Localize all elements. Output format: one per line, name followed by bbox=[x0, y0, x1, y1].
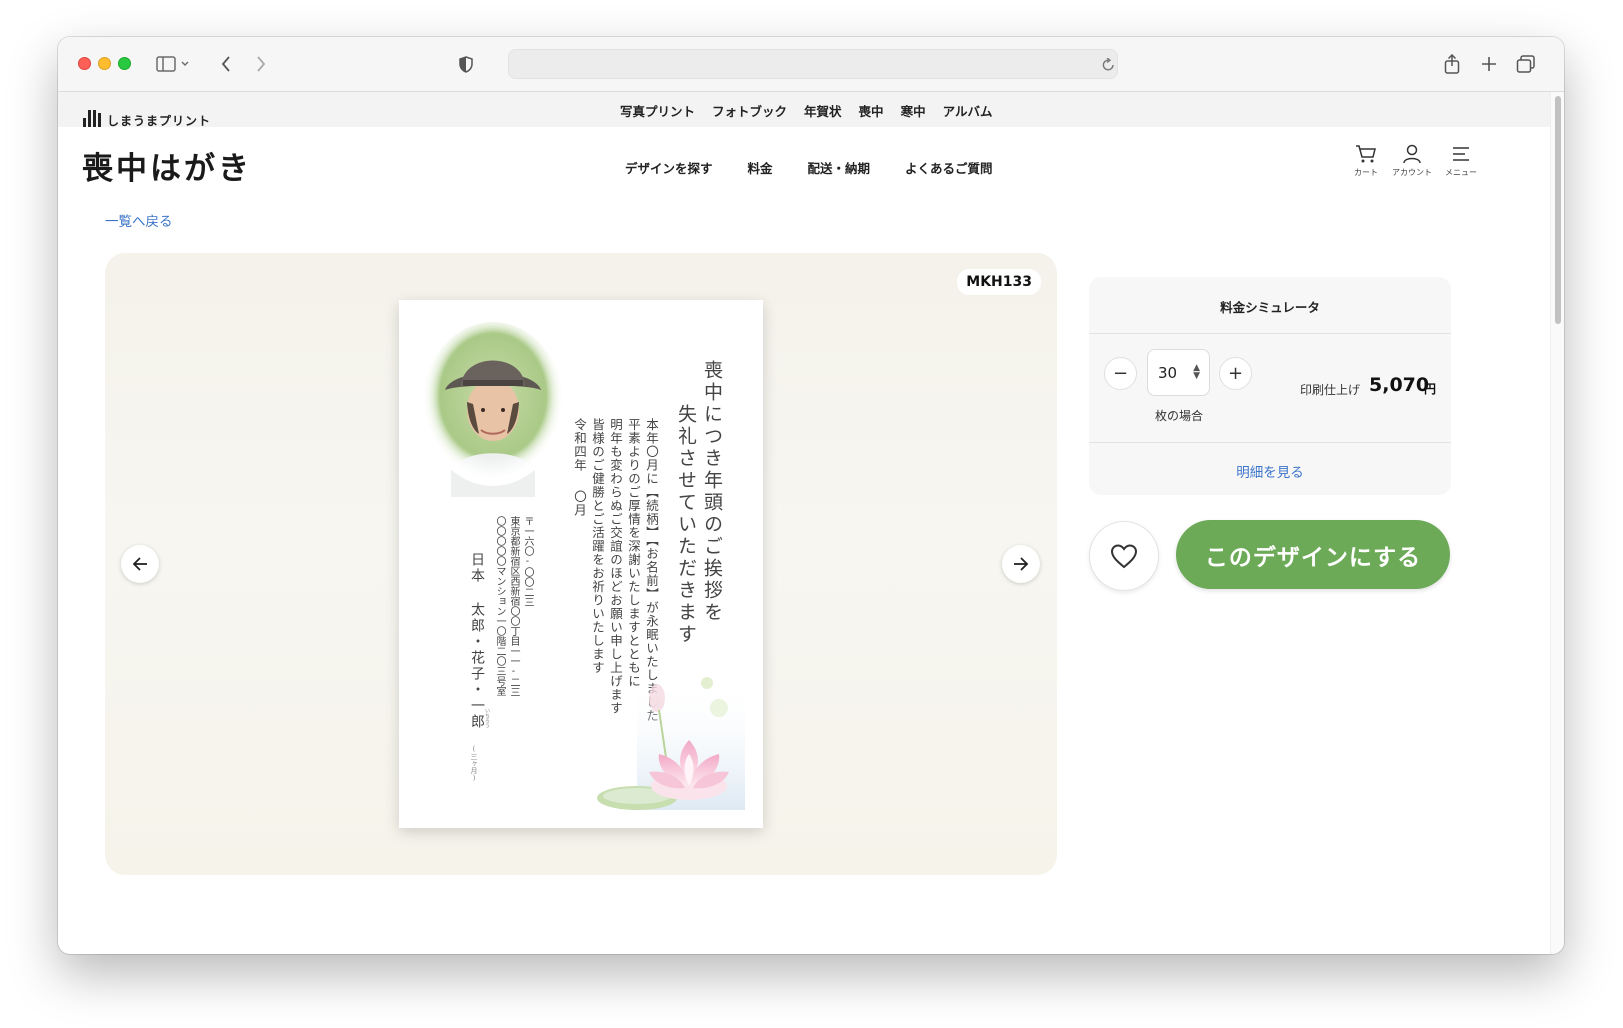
global-nav-album[interactable]: アルバム bbox=[943, 101, 993, 120]
close-window-button[interactable] bbox=[78, 57, 91, 70]
quantity-increment-button[interactable]: + bbox=[1219, 357, 1252, 390]
global-nav-winter-greeting[interactable]: 寒中 bbox=[901, 101, 926, 120]
account-button[interactable]: アカウント bbox=[1392, 144, 1432, 178]
menu-label: メニュー bbox=[1445, 168, 1477, 177]
choose-design-button[interactable]: このデザインにする bbox=[1176, 520, 1450, 589]
cart-button[interactable]: カート bbox=[1354, 144, 1378, 178]
brand-name: しまうまプリント bbox=[107, 113, 212, 128]
back-to-list-link[interactable]: 一覧へ戻る bbox=[105, 210, 173, 230]
account-label: アカウント bbox=[1392, 168, 1432, 177]
quantity-decrement-button[interactable]: − bbox=[1104, 357, 1137, 390]
service-nav: デザインを探す 料金 配送・納期 よくあるご質問 bbox=[625, 158, 993, 177]
spin-arrows-icon[interactable]: ▲ ▼ bbox=[1193, 364, 1200, 381]
quantity-unit-label: 枚の場合 bbox=[1155, 409, 1204, 423]
browser-toolbar bbox=[58, 37, 1564, 92]
price-detail-link[interactable]: 明細を見る bbox=[1089, 461, 1451, 481]
service-nav-pricing[interactable]: 料金 bbox=[748, 158, 773, 177]
design-preview-stage: MKH133 喪中につき年頭のご挨拶を 失礼させていただきます 本年〇月に【続柄… bbox=[105, 253, 1057, 875]
share-icon[interactable] bbox=[1441, 51, 1463, 77]
minimize-window-button[interactable] bbox=[98, 57, 111, 70]
global-nav-photo-print[interactable]: 写真プリント bbox=[620, 101, 695, 120]
arrow-right-icon bbox=[1014, 557, 1029, 571]
age-note: (三ヶ月) bbox=[470, 745, 478, 782]
greeting-line-1: 喪中につき年頭のご挨拶を bbox=[701, 360, 723, 624]
new-tab-icon[interactable] bbox=[1478, 51, 1500, 77]
simulator-title: 料金シミュレータ bbox=[1220, 300, 1320, 315]
portrait-photo bbox=[423, 322, 563, 497]
sender-names: 日本 太郎・花子・一郎 bbox=[469, 552, 485, 730]
postal-code: 〒一六〇-〇〇二三 bbox=[522, 516, 533, 607]
price-value: 5,070 bbox=[1369, 374, 1430, 396]
service-nav-delivery[interactable]: 配送・納期 bbox=[808, 158, 871, 177]
service-nav-faq[interactable]: よくあるご質問 bbox=[905, 158, 993, 177]
name-ruby: いちろう bbox=[484, 708, 490, 728]
price-label: 印刷仕上げ bbox=[1300, 383, 1361, 397]
tab-overview-icon[interactable] bbox=[1514, 51, 1538, 77]
postcard-preview: 喪中につき年頭のご挨拶を 失礼させていただきます 本年〇月に【続柄】【お名前】が… bbox=[399, 300, 763, 828]
body-line-2: 平素よりのご厚情を深謝いたしますとともに bbox=[626, 418, 641, 688]
menu-icon bbox=[1453, 147, 1469, 161]
date-month: 〇月 bbox=[572, 490, 587, 517]
quantity-value: 30 bbox=[1158, 363, 1178, 382]
scrollbar-thumb[interactable] bbox=[1555, 96, 1561, 324]
service-title[interactable]: 喪中はがき bbox=[82, 143, 252, 188]
body-line-4: 皆様のご健勝とご活躍をお祈りいたします bbox=[590, 418, 605, 675]
global-nav: 写真プリント フォトブック 年賀状 喪中 寒中 アルバム bbox=[620, 101, 992, 120]
service-nav-find-design[interactable]: デザインを探す bbox=[625, 158, 713, 177]
address-line-1: 東京都新宿区西新宿〇〇丁目一一-二三 bbox=[508, 516, 519, 697]
previous-image-button[interactable] bbox=[121, 545, 159, 583]
divider bbox=[1089, 442, 1451, 443]
price-unit: 円 bbox=[1424, 382, 1437, 396]
cart-label: カート bbox=[1354, 168, 1378, 177]
reload-icon[interactable] bbox=[1098, 52, 1118, 78]
date-year: 令和四年 bbox=[572, 418, 587, 472]
global-nav-photobook[interactable]: フォトブック bbox=[712, 101, 787, 120]
page-scrollbar[interactable] bbox=[1550, 92, 1564, 954]
forward-arrow-icon[interactable] bbox=[251, 51, 271, 77]
browser-window: しまうまプリント 写真プリント フォトブック 年賀状 喪中 寒中 アルバム 喪中… bbox=[58, 37, 1564, 954]
privacy-shield-icon[interactable] bbox=[456, 51, 476, 77]
next-image-button[interactable] bbox=[1002, 545, 1040, 583]
address-bar[interactable] bbox=[508, 49, 1118, 79]
arrow-left-icon bbox=[132, 557, 147, 571]
address-line-2: 〇〇〇〇〇マンション一〇階二〇三号室 bbox=[494, 516, 505, 696]
favorite-button[interactable] bbox=[1089, 521, 1159, 591]
lotus-illustration bbox=[597, 677, 745, 810]
greeting-line-2: 失礼させていただきます bbox=[675, 404, 697, 646]
heart-icon bbox=[1110, 543, 1138, 568]
cart-icon bbox=[1356, 145, 1376, 163]
quantity-stepper[interactable]: 30 ▲ ▼ bbox=[1147, 349, 1210, 396]
sidebar-toggle-icon[interactable] bbox=[153, 51, 193, 77]
back-arrow-icon[interactable] bbox=[216, 51, 236, 77]
global-nav-new-year-card[interactable]: 年賀状 bbox=[804, 101, 842, 120]
price-simulator: 料金シミュレータ − 30 ▲ ▼ + 枚の場合 印刷仕上げ 5,070 円 明細… bbox=[1089, 277, 1451, 495]
global-nav-mourning[interactable]: 喪中 bbox=[859, 101, 884, 120]
menu-button[interactable]: メニュー bbox=[1445, 144, 1477, 178]
divider bbox=[1089, 333, 1451, 334]
design-code-badge: MKH133 bbox=[957, 269, 1041, 295]
zoom-window-button[interactable] bbox=[118, 57, 131, 70]
account-icon bbox=[1403, 144, 1421, 164]
